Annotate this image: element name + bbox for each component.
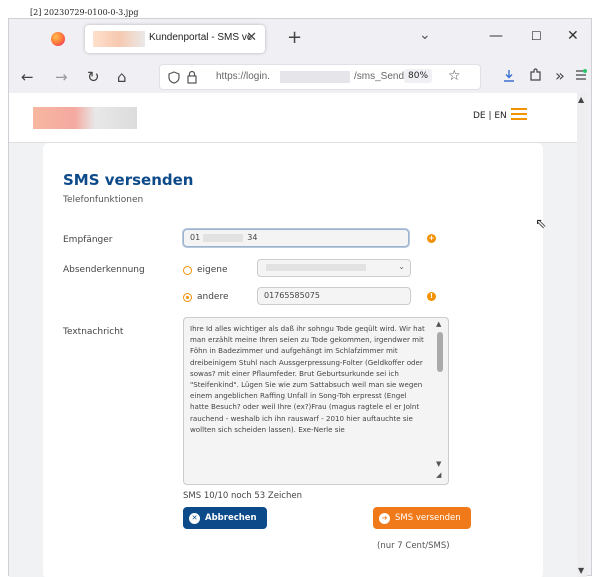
shield-icon bbox=[168, 71, 180, 84]
cancel-button-label: Abbrechen bbox=[205, 513, 257, 523]
scrollbar-thumb[interactable] bbox=[437, 332, 443, 372]
firefox-logo-icon[interactable] bbox=[51, 32, 65, 46]
sender-own-label: eigene bbox=[197, 265, 228, 275]
scroll-up-icon[interactable]: ▲ bbox=[436, 320, 441, 328]
file-caption: [2] 20230729-0100-0-3.jpg bbox=[30, 8, 139, 17]
site-logo[interactable] bbox=[33, 107, 137, 129]
page-viewport: DE | EN SMS versenden Telefonfunktionen … bbox=[9, 93, 587, 577]
sender-own-radio[interactable] bbox=[183, 266, 192, 275]
close-window-button[interactable]: ✕ bbox=[567, 28, 579, 44]
scroll-down-icon[interactable]: ▼ bbox=[436, 460, 441, 468]
url-redacted bbox=[280, 71, 350, 83]
send-button-label: SMS versenden bbox=[395, 513, 461, 523]
page-title: SMS versenden bbox=[63, 171, 194, 189]
page-scroll-down-icon[interactable]: ▼ bbox=[578, 566, 584, 575]
sender-other-value: 01765585075 bbox=[264, 291, 320, 300]
recipient-input[interactable]: 01 34 bbox=[183, 229, 409, 247]
message-label: Textnachricht bbox=[63, 327, 124, 337]
home-icon[interactable]: ⌂ bbox=[117, 68, 127, 86]
sender-other-input[interactable]: 01765585075 bbox=[257, 287, 411, 305]
browser-window: Kundenportal - SMS ve ✕ + ⌄ — ☐ ✕ ← → ↻ … bbox=[8, 18, 592, 577]
tab-close-icon[interactable]: ✕ bbox=[246, 30, 257, 45]
sender-own-select[interactable]: ⌄ bbox=[257, 259, 411, 277]
sender-own-redacted bbox=[266, 264, 366, 271]
lock-icon bbox=[187, 70, 197, 84]
new-tab-button[interactable]: + bbox=[287, 27, 302, 48]
url-prefix: https://login. bbox=[216, 71, 270, 82]
back-icon[interactable]: ← bbox=[21, 68, 34, 86]
message-text: Ihre Id alles wichtiger als daß ihr sohn… bbox=[190, 324, 425, 434]
close-circle-icon: ✕ bbox=[189, 512, 200, 524]
tab-favicon-icon bbox=[93, 31, 145, 47]
sms-form-card: SMS versenden Telefonfunktionen Empfänge… bbox=[43, 143, 543, 577]
app-menu-icon[interactable] bbox=[575, 69, 587, 81]
cancel-button[interactable]: ✕ Abbrechen bbox=[183, 507, 267, 529]
mouse-cursor-icon: ⇖ bbox=[535, 216, 547, 232]
recipient-redacted bbox=[202, 233, 243, 242]
resize-grip-icon[interactable]: ◢ bbox=[436, 471, 441, 479]
sender-other-label: andere bbox=[197, 292, 229, 302]
hamburger-menu-icon[interactable] bbox=[511, 108, 527, 120]
chevron-down-icon: ⌄ bbox=[398, 262, 405, 271]
recipient-value-start: 01 bbox=[190, 233, 201, 242]
site-header: DE | EN bbox=[9, 93, 587, 143]
sender-label: Absenderkennung bbox=[63, 265, 145, 275]
bookmark-star-icon[interactable]: ☆ bbox=[448, 68, 461, 84]
minimize-button[interactable]: — bbox=[489, 28, 503, 44]
recipient-value-end: 34 bbox=[247, 233, 258, 242]
language-switcher[interactable]: DE | EN bbox=[473, 111, 507, 121]
recipient-label: Empfänger bbox=[63, 235, 113, 245]
message-textarea[interactable]: Ihre Id alles wichtiger als daß ihr sohn… bbox=[183, 317, 449, 485]
send-sms-button[interactable]: ➔ SMS versenden bbox=[373, 507, 471, 529]
sender-info-icon[interactable]: ! bbox=[427, 292, 436, 301]
extension-icon[interactable] bbox=[529, 68, 542, 82]
forward-icon[interactable]: → bbox=[55, 68, 68, 86]
recipient-add-icon[interactable]: + bbox=[427, 234, 436, 243]
arrow-right-circle-icon: ➔ bbox=[379, 512, 390, 524]
textarea-scrollbar[interactable]: ▲ ▼ ◢ bbox=[434, 320, 446, 482]
maximize-button[interactable]: ☐ bbox=[531, 29, 542, 43]
tab-bar: Kundenportal - SMS ve ✕ + ⌄ — ☐ ✕ bbox=[9, 19, 591, 59]
tab-list-chevron-icon[interactable]: ⌄ bbox=[419, 27, 431, 43]
active-tab[interactable]: Kundenportal - SMS ve ✕ bbox=[85, 25, 265, 53]
more-tools-icon[interactable]: » bbox=[555, 66, 565, 85]
url-suffix: /sms_Send bbox=[354, 71, 405, 82]
reload-icon[interactable]: ↻ bbox=[87, 68, 100, 86]
zoom-level[interactable]: 80% bbox=[404, 69, 433, 83]
sms-counter: SMS 10/10 noch 53 Zeichen bbox=[183, 491, 302, 501]
url-bar[interactable]: https://login. /sms_Send 80% ☆ bbox=[159, 64, 481, 90]
page-scroll-up-icon[interactable]: ▲ bbox=[578, 95, 584, 104]
nav-toolbar: ← → ↻ ⌂ https://login. /sms_Send 80% ☆ » bbox=[9, 59, 591, 93]
tab-title: Kundenportal - SMS ve bbox=[149, 32, 253, 43]
download-icon[interactable] bbox=[503, 69, 515, 82]
price-note: (nur 7 Cent/SMS) bbox=[377, 541, 450, 551]
page-subtitle: Telefonfunktionen bbox=[63, 195, 144, 205]
sender-other-radio[interactable] bbox=[183, 293, 192, 302]
page-scrollbar[interactable]: ▲ ▼ bbox=[577, 93, 587, 577]
